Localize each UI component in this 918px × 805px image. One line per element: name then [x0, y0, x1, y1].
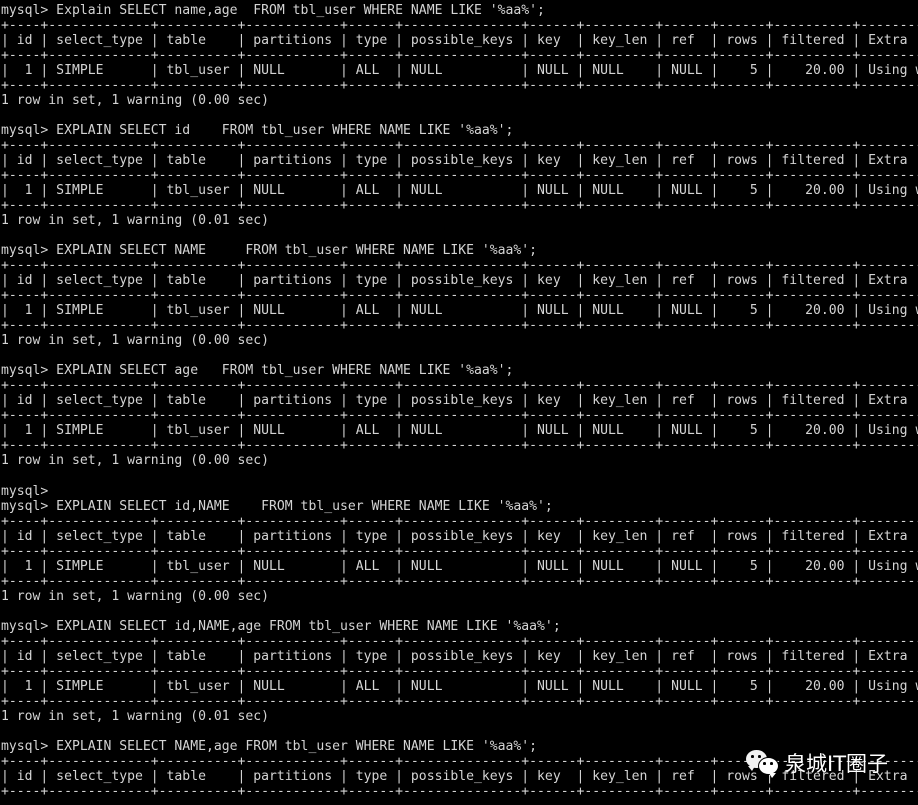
terminal-line: | id | select_type | table | partitions …	[1, 273, 918, 289]
terminal-line: 1 row in set, 1 warning (0.00 sec)	[1, 453, 270, 469]
terminal-line: | id | select_type | table | partitions …	[1, 153, 918, 169]
terminal-line: mysql> EXPLAIN SELECT NAME FROM tbl_user…	[1, 243, 538, 259]
terminal-output: mysql> Explain SELECT name,age FROM tbl_…	[1, 3, 918, 799]
terminal-line: 1 row in set, 1 warning (0.00 sec)	[1, 333, 270, 349]
terminal-line: +----+-------------+----------+---------…	[1, 783, 918, 799]
terminal-line: mysql> EXPLAIN SELECT id,NAME,age FROM t…	[1, 618, 561, 634]
terminal-line: +----+-------------+----------+---------…	[1, 288, 918, 304]
terminal-line: | id | select_type | table | partitions …	[1, 648, 918, 664]
terminal-line: +----+-------------+----------+---------…	[1, 318, 918, 334]
terminal-line: | id | select_type | table | partitions …	[1, 33, 918, 49]
terminal-line: +----+-------------+----------+---------…	[1, 258, 918, 274]
terminal-line: +----+-------------+----------+---------…	[1, 663, 918, 679]
terminal-line: +----+-------------+----------+---------…	[1, 573, 918, 589]
terminal-line: 1 row in set, 1 warning (0.00 sec)	[1, 93, 270, 109]
terminal-window[interactable]: mysql> Explain SELECT name,age FROM tbl_…	[0, 0, 918, 805]
terminal-line: +----+-------------+----------+---------…	[1, 138, 918, 154]
terminal-line: 1 row in set, 1 warning (0.00 sec)	[1, 588, 270, 604]
terminal-line: 1 row in set, 1 warning (0.01 sec)	[1, 213, 270, 229]
terminal-line: +----+-------------+----------+---------…	[1, 48, 918, 64]
terminal-line: +----+-------------+----------+---------…	[1, 78, 918, 94]
terminal-line: +----+-------------+----------+---------…	[1, 168, 918, 184]
terminal-line: mysql> EXPLAIN SELECT NAME,age FROM tbl_…	[1, 738, 538, 754]
terminal-line: | id | select_type | table | partitions …	[1, 393, 918, 409]
terminal-line: +----+-------------+----------+---------…	[1, 378, 918, 394]
terminal-line: | 1 | SIMPLE | tbl_user | NULL | ALL | N…	[1, 678, 918, 694]
terminal-line: mysql>	[1, 483, 49, 499]
terminal-line: | id | select_type | table | partitions …	[1, 768, 918, 784]
terminal-line: +----+-------------+----------+---------…	[1, 198, 918, 214]
terminal-line: +----+-------------+----------+---------…	[1, 693, 918, 709]
terminal-line: | 1 | SIMPLE | tbl_user | NULL | ALL | N…	[1, 423, 918, 439]
terminal-line: mysql> Explain SELECT name,age FROM tbl_…	[1, 3, 545, 18]
terminal-line: | 1 | SIMPLE | tbl_user | NULL | ALL | N…	[1, 558, 918, 574]
terminal-line: +----+-------------+----------+---------…	[1, 753, 918, 769]
terminal-line: mysql> EXPLAIN SELECT age FROM tbl_user …	[1, 363, 514, 379]
terminal-line: | 1 | SIMPLE | tbl_user | NULL | ALL | N…	[1, 183, 918, 199]
terminal-line: | 1 | SIMPLE | tbl_user | NULL | ALL | N…	[1, 63, 918, 79]
terminal-line: mysql> EXPLAIN SELECT id,NAME FROM tbl_u…	[1, 498, 553, 514]
terminal-line: +----+-------------+----------+---------…	[1, 438, 918, 454]
terminal-line: | 1 | SIMPLE | tbl_user | NULL | ALL | N…	[1, 303, 918, 319]
terminal-line: +----+-------------+----------+---------…	[1, 408, 918, 424]
terminal-line: +----+-------------+----------+---------…	[1, 513, 918, 529]
terminal-line: | id | select_type | table | partitions …	[1, 528, 918, 544]
terminal-line: +----+-------------+----------+---------…	[1, 543, 918, 559]
terminal-line: 1 row in set, 1 warning (0.01 sec)	[1, 708, 270, 724]
terminal-line: +----+-------------+----------+---------…	[1, 633, 918, 649]
terminal-line: +----+-------------+----------+---------…	[1, 18, 918, 34]
terminal-line: mysql> EXPLAIN SELECT id FROM tbl_user W…	[1, 123, 514, 139]
